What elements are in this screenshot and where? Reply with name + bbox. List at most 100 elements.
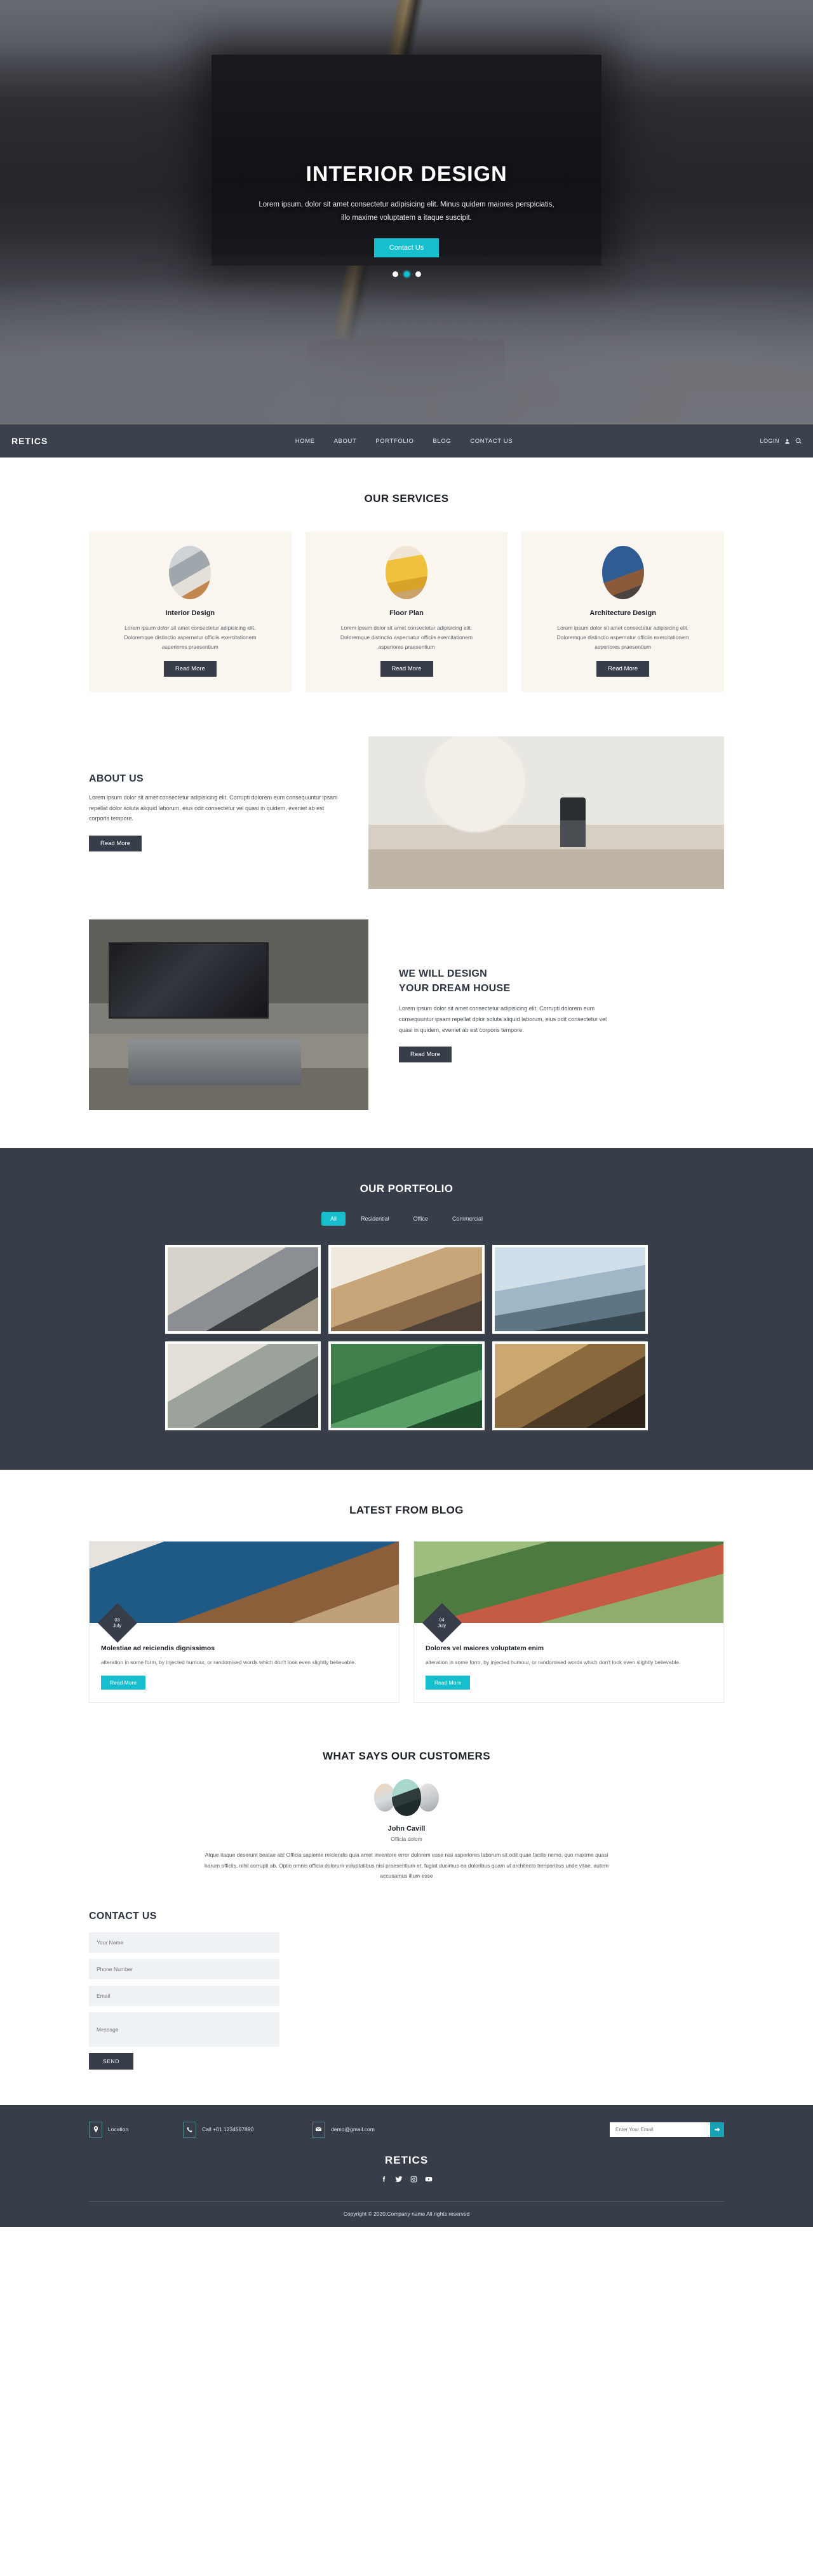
- service-description: Lorem ipsum dolor sit amet consectetur a…: [124, 625, 257, 650]
- service-read-more-button[interactable]: Read More: [380, 660, 433, 677]
- footer-copyright: Copyright © 2020.Company name All rights…: [89, 2200, 724, 2227]
- testimonial-author-name: John Cavill: [387, 1825, 426, 1833]
- nav-item-contact-us[interactable]: CONTACT US: [470, 438, 513, 445]
- user-icon[interactable]: [784, 438, 790, 444]
- portfolio-item[interactable]: [328, 1341, 485, 1430]
- newsletter-email-input[interactable]: [610, 2122, 710, 2137]
- twitter-icon[interactable]: [395, 2174, 403, 2186]
- portfolio-title: OUR PORTFOLIO: [359, 1182, 454, 1195]
- instagram-icon[interactable]: [410, 2174, 417, 2186]
- contact-name-input[interactable]: [89, 1932, 279, 1953]
- blog-card-row: 03 July Molestiae ad reiciendis dignissi…: [89, 1540, 724, 1704]
- dream-house-body: Lorem ipsum dolor sit amet consectetur a…: [399, 1005, 607, 1033]
- footer-contact-row: Location Call +01 1234567890 demo@gmail.…: [89, 2121, 724, 2138]
- blog-read-more-button[interactable]: Read More: [426, 1676, 471, 1690]
- services-card-row: Interior Design Lorem ipsum dolor sit am…: [89, 532, 725, 692]
- nav-utilities: LOGIN: [760, 438, 802, 444]
- hero-section: INTERIOR DESIGN Lorem ipsum, dolor sit a…: [0, 0, 813, 458]
- service-thumbnail-architecture: [601, 546, 644, 599]
- login-label[interactable]: LOGIN: [760, 438, 779, 444]
- services-title: OUR SERVICES: [364, 492, 449, 505]
- avatar[interactable]: [392, 1779, 421, 1817]
- blog-card[interactable]: 03 July Molestiae ad reiciendis dignissi…: [89, 1540, 400, 1704]
- contact-message-input[interactable]: [89, 2012, 279, 2047]
- footer-location[interactable]: Location: [89, 2121, 128, 2138]
- search-icon[interactable]: [795, 438, 802, 444]
- footer-email[interactable]: demo@gmail.com: [312, 2121, 375, 2138]
- contact-email-input[interactable]: [89, 1985, 279, 2006]
- hero-contact-button[interactable]: Contact Us: [373, 238, 440, 257]
- hero-carousel-dots[interactable]: [0, 271, 813, 277]
- contact-phone-input[interactable]: [89, 1958, 279, 1979]
- services-section: OUR SERVICES Interior Design Lorem ipsum…: [0, 458, 813, 730]
- portfolio-filter-all[interactable]: All: [321, 1211, 346, 1226]
- phone-icon: [183, 2121, 197, 2138]
- blog-post-title: Dolores vel maiores voluptatem enim: [426, 1644, 544, 1652]
- contact-form: SEND: [89, 1932, 279, 2070]
- service-thumbnail-floorplan: [386, 546, 427, 599]
- portfolio-filter-commercial[interactable]: Commercial: [443, 1212, 492, 1226]
- hero-subtitle: Lorem ipsum, dolor sit amet consectetur …: [259, 201, 554, 222]
- carousel-dot-3[interactable]: [415, 271, 421, 277]
- service-read-more-button[interactable]: Read More: [596, 660, 650, 677]
- nav-item-portfolio[interactable]: PORTFOLIO: [375, 438, 413, 445]
- dream-title-line-1: WE WILL DESIGN: [399, 968, 488, 979]
- youtube-icon[interactable]: [425, 2174, 433, 2186]
- about-body: Lorem ipsum dolor sit amet consectetur a…: [89, 794, 338, 822]
- contact-send-button[interactable]: SEND: [89, 2052, 134, 2070]
- service-card[interactable]: Interior Design Lorem ipsum dolor sit am…: [89, 532, 292, 692]
- about-section: ABOUT US Lorem ipsum dolor sit amet cons…: [89, 730, 724, 889]
- nav-item-about[interactable]: ABOUT: [334, 438, 357, 445]
- site-logo[interactable]: RETICS: [11, 436, 48, 446]
- footer-phone-label: Call +01 1234567890: [202, 2126, 254, 2133]
- footer-phone[interactable]: Call +01 1234567890: [183, 2121, 254, 2138]
- blog-post-excerpt: alteration in some form, by injected hum…: [426, 1658, 681, 1665]
- dream-house-image: [89, 919, 368, 1110]
- service-thumbnail-interior: [169, 546, 212, 599]
- facebook-icon[interactable]: [380, 2174, 387, 2186]
- blog-card[interactable]: 04 July Dolores vel maiores voluptatem e…: [413, 1540, 724, 1704]
- portfolio-item[interactable]: [328, 1244, 485, 1334]
- service-name: Floor Plan: [389, 609, 424, 617]
- service-description: Lorem ipsum dolor sit amet consectetur a…: [340, 625, 473, 650]
- carousel-dot-1[interactable]: [392, 271, 398, 277]
- service-card[interactable]: Architecture Design Lorem ipsum dolor si…: [521, 532, 725, 692]
- service-read-more-button[interactable]: Read More: [163, 660, 217, 677]
- newsletter-submit-button[interactable]: [710, 2122, 724, 2137]
- portfolio-filter-office[interactable]: Office: [405, 1212, 437, 1226]
- about-image: [368, 736, 724, 889]
- about-read-more-button[interactable]: Read More: [89, 836, 142, 852]
- footer-social-links: [89, 2174, 724, 2186]
- blog-date-day: 03: [114, 1617, 121, 1623]
- portfolio-grid: [165, 1244, 648, 1430]
- portfolio-filter-residential[interactable]: Residential: [352, 1212, 398, 1226]
- about-title: ABOUT US: [89, 773, 144, 785]
- hero-content: INTERIOR DESIGN Lorem ipsum, dolor sit a…: [0, 0, 813, 277]
- blog-date-day: 04: [439, 1617, 445, 1623]
- site-footer: Location Call +01 1234567890 demo@gmail.…: [0, 2105, 813, 2227]
- blog-post-title: Molestiae ad reiciendis dignissimos: [101, 1644, 215, 1652]
- testimonial-title: WHAT SAYS OUR CUSTOMERS: [323, 1750, 490, 1763]
- carousel-dot-2[interactable]: [403, 271, 410, 277]
- hero-title: INTERIOR DESIGN: [306, 162, 507, 186]
- blog-date-month: July: [113, 1622, 122, 1629]
- blog-date-month: July: [438, 1622, 447, 1629]
- testimonial-author-role: Officia dolom: [391, 1836, 422, 1843]
- nav-item-home[interactable]: HOME: [295, 438, 315, 445]
- blog-body: Dolores vel maiores voluptatem enim alte…: [414, 1623, 723, 1702]
- blog-read-more-button[interactable]: Read More: [101, 1676, 146, 1690]
- blog-title: LATEST FROM BLOG: [349, 1503, 464, 1516]
- nav-item-blog[interactable]: BLOG: [433, 438, 451, 445]
- footer-brand: RETICS: [384, 2153, 429, 2166]
- portfolio-item[interactable]: [165, 1341, 321, 1430]
- portfolio-item[interactable]: [492, 1244, 648, 1334]
- portfolio-filters: All Residential Office Commercial: [89, 1211, 724, 1226]
- portfolio-item[interactable]: [492, 1341, 648, 1430]
- envelope-icon: [312, 2121, 326, 2138]
- nav-links: HOME ABOUT PORTFOLIO BLOG CONTACT US: [295, 438, 513, 445]
- location-pin-icon: [89, 2121, 102, 2138]
- portfolio-item[interactable]: [165, 1244, 321, 1334]
- dream-house-text-block: WE WILL DESIGN YOUR DREAM HOUSE Lorem ip…: [368, 966, 724, 1063]
- dream-read-more-button[interactable]: Read More: [399, 1047, 452, 1063]
- service-card[interactable]: Floor Plan Lorem ipsum dolor sit amet co…: [305, 532, 508, 692]
